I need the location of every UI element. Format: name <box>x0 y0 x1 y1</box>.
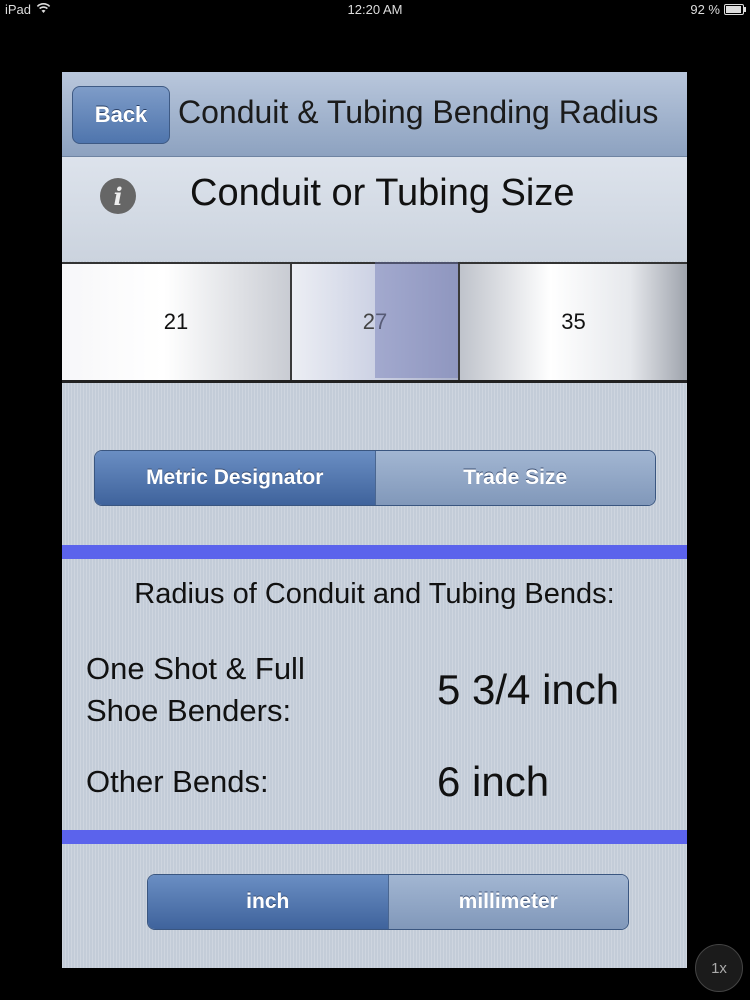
nav-title: Conduit & Tubing Bending Radius <box>178 94 659 130</box>
picker-option[interactable]: 35 <box>460 264 687 380</box>
picker-option[interactable]: 21 <box>62 264 290 380</box>
zoom-button[interactable]: 1x <box>695 944 743 992</box>
inch-segment[interactable]: inch <box>148 875 388 929</box>
divider-rule <box>62 830 687 844</box>
status-right: 92 % <box>690 2 746 17</box>
designation-segmented-control[interactable]: Metric Designator Trade Size <box>94 450 656 506</box>
one-shot-label: One Shot & Full Shoe Benders: <box>86 648 305 732</box>
picker-selection-indicator <box>375 262 458 378</box>
divider-rule <box>62 545 687 559</box>
size-title: Conduit or Tubing Size <box>190 172 575 214</box>
results-heading: Radius of Conduit and Tubing Bends: <box>134 578 615 610</box>
picker-option-label: 35 <box>561 309 586 334</box>
app-panel: Back Conduit & Tubing Bending Radius i C… <box>62 72 687 968</box>
status-time: 12:20 AM <box>347 2 403 17</box>
battery-percent: 92 % <box>690 2 720 17</box>
metric-designator-segment[interactable]: Metric Designator <box>95 451 375 505</box>
info-glyph: i <box>113 181 123 211</box>
one-shot-label-line2: Shoe Benders: <box>86 693 292 728</box>
one-shot-value: 5 3/4 inch <box>437 666 620 713</box>
other-bends-value: 6 inch <box>437 758 550 805</box>
other-bends-label: Other Bends: <box>86 764 269 799</box>
battery-fill <box>726 6 741 13</box>
millimeter-segment[interactable]: millimeter <box>387 875 628 929</box>
one-shot-label-line1: One Shot & Full <box>86 651 305 686</box>
unit-segmented-control[interactable]: inch millimeter <box>147 874 629 930</box>
trade-size-segment[interactable]: Trade Size <box>374 451 655 505</box>
battery-icon <box>724 4 746 15</box>
navigation-bar: Back Conduit & Tubing Bending Radius <box>62 72 687 157</box>
info-icon[interactable]: i <box>100 178 136 214</box>
status-bar: iPad 12:20 AM 92 % <box>0 0 750 20</box>
picker-option-label: 21 <box>163 309 189 334</box>
back-button[interactable]: Back <box>72 86 170 144</box>
